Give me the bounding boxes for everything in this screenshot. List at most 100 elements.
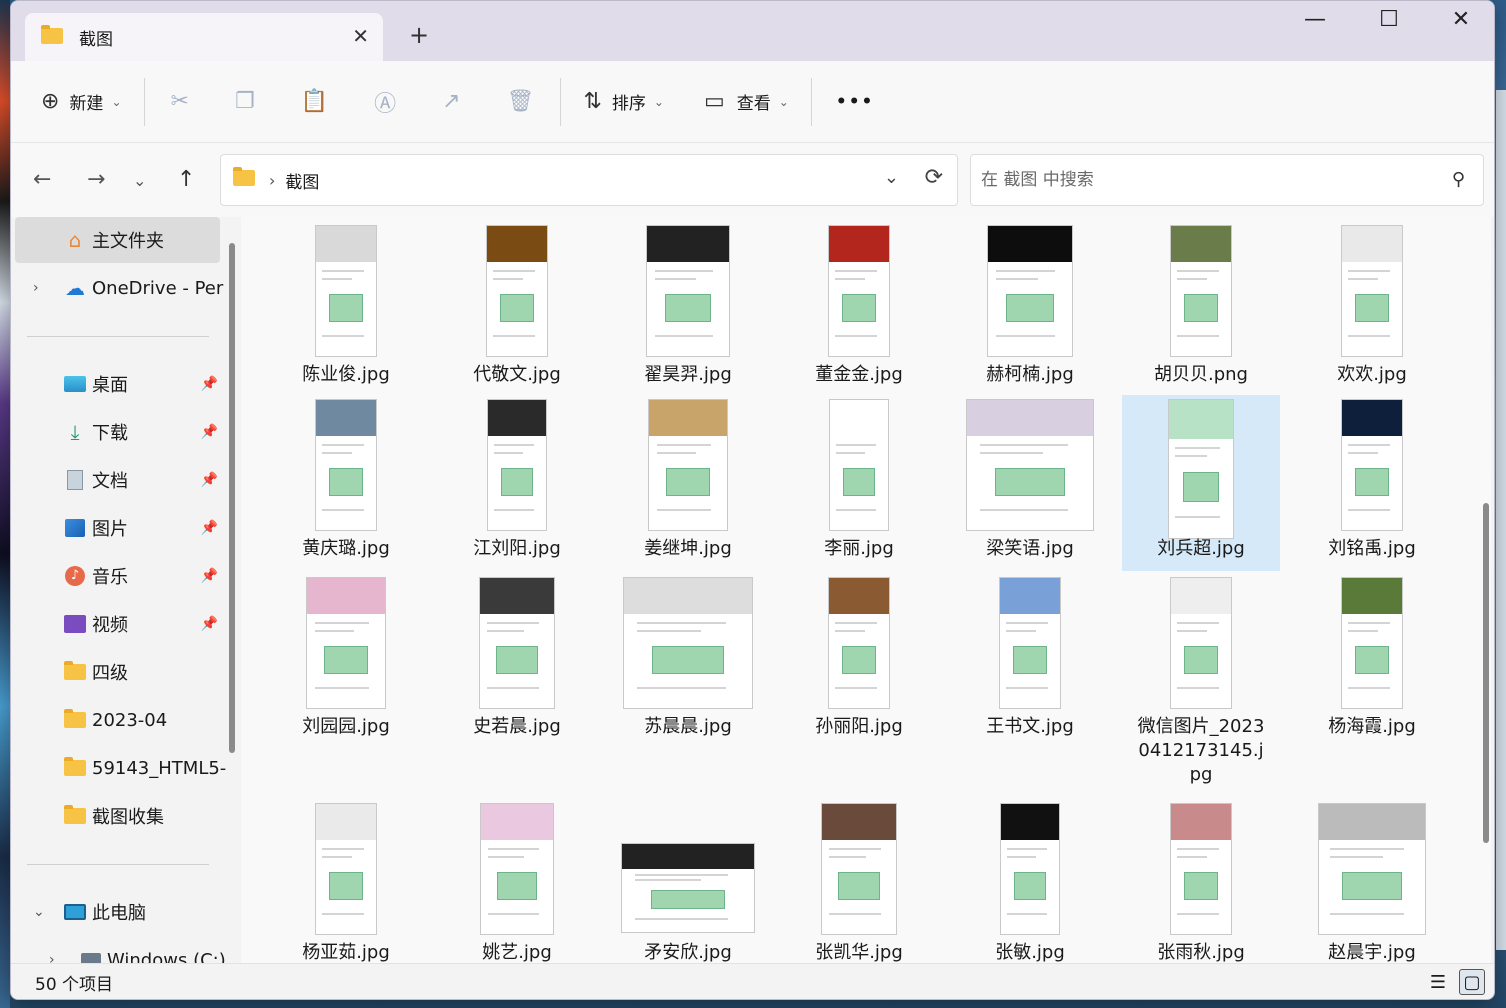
- pin-icon[interactable]: 📌: [201, 472, 218, 488]
- file-item[interactable]: 欢欢.jpg: [1293, 221, 1451, 397]
- file-item[interactable]: 梁笑语.jpg: [951, 395, 1109, 571]
- sidebar-divider: [27, 864, 209, 865]
- close-tab-icon[interactable]: ✕: [352, 24, 369, 48]
- sidebar-item-9[interactable]: 59143_HTML5-: [15, 745, 226, 791]
- file-item[interactable]: 杨海霞.jpg: [1293, 573, 1451, 783]
- new-tab-button[interactable]: +: [409, 21, 429, 49]
- file-thumbnail: [1168, 399, 1234, 539]
- file-item[interactable]: 苏晨晨.jpg: [609, 573, 767, 783]
- details-view-icon[interactable]: ☰: [1425, 969, 1451, 995]
- recent-locations-chevron-icon[interactable]: ⌄: [133, 171, 146, 190]
- file-item[interactable]: 赫柯楠.jpg: [951, 221, 1109, 397]
- share-button[interactable]: ↗: [442, 77, 460, 127]
- file-item[interactable]: 张敏.jpg: [951, 799, 1109, 963]
- search-icon[interactable]: ⚲: [1452, 169, 1465, 190]
- sidebar-item-2[interactable]: ⤓ 下载 📌: [15, 409, 220, 455]
- file-name: 代敬文.jpg: [473, 364, 561, 385]
- file-item[interactable]: 黄庆璐.jpg: [267, 395, 425, 571]
- file-item[interactable]: 赵晨宇.jpg: [1293, 799, 1451, 963]
- paste-button[interactable]: 📋: [301, 77, 328, 127]
- desktop-edge-left: [0, 0, 10, 1008]
- maximize-button[interactable]: ☐: [1365, 7, 1413, 32]
- file-item[interactable]: 刘铭禹.jpg: [1293, 395, 1451, 571]
- sidebar-item-6[interactable]: 视频 📌: [15, 601, 220, 647]
- sidebar-item-1[interactable]: 桌面 📌: [15, 361, 220, 407]
- sidebar-item-label: 桌面: [92, 375, 128, 396]
- file-item[interactable]: 刘兵超.jpg: [1122, 395, 1280, 571]
- file-item[interactable]: 陈业俊.jpg: [267, 221, 425, 397]
- file-name: 翟昊羿.jpg: [644, 364, 732, 385]
- file-item[interactable]: 张凯华.jpg: [780, 799, 938, 963]
- file-thumbnail: [1341, 399, 1403, 531]
- file-item[interactable]: 代敬文.jpg: [438, 221, 596, 397]
- close-window-button[interactable]: ✕: [1437, 7, 1485, 32]
- sidebar-item-3[interactable]: 文档 📌: [15, 457, 220, 503]
- file-item[interactable]: 王书文.jpg: [951, 573, 1109, 783]
- sidebar-item-10[interactable]: 截图收集: [15, 793, 220, 839]
- large-icons-view-icon[interactable]: ▢: [1459, 969, 1485, 995]
- file-item[interactable]: 江刘阳.jpg: [438, 395, 596, 571]
- file-item[interactable]: 董金金.jpg: [780, 221, 938, 397]
- view-button[interactable]: ▭ 查看 ⌄: [704, 77, 789, 127]
- file-item[interactable]: 矛安欣.jpg: [609, 799, 767, 963]
- file-item[interactable]: 杨亚茹.jpg: [267, 799, 425, 963]
- copy-button[interactable]: ❐: [235, 77, 255, 127]
- sidebar-item-home[interactable]: ⌂ 主文件夹: [15, 217, 220, 263]
- tab-label: 截图: [79, 29, 113, 50]
- file-item[interactable]: 胡贝贝.png: [1122, 221, 1280, 397]
- chevron-down-icon: ⌄: [653, 94, 664, 109]
- file-name: 陈业俊.jpg: [302, 364, 390, 385]
- file-item[interactable]: 李丽.jpg: [780, 395, 938, 571]
- expand-chevron-icon[interactable]: ›: [33, 280, 39, 296]
- content-scrollbar[interactable]: [1483, 503, 1489, 843]
- minimize-button[interactable]: —: [1291, 7, 1339, 32]
- file-name: 杨亚茹.jpg: [302, 942, 390, 963]
- file-item[interactable]: 微信图片_20230412173145.jpg: [1122, 573, 1280, 785]
- pin-icon[interactable]: 📌: [201, 520, 218, 536]
- search-box[interactable]: ⚲: [970, 154, 1484, 206]
- sidebar-item-5[interactable]: ♪ 音乐 📌: [15, 553, 220, 599]
- pictures-icon: [63, 517, 87, 539]
- up-arrow-icon[interactable]: ↑: [177, 167, 195, 192]
- sidebar-scrollbar[interactable]: [229, 243, 235, 753]
- breadcrumb-current[interactable]: 截图: [285, 168, 319, 193]
- rename-button[interactable]: Ⓐ: [374, 77, 396, 127]
- pin-icon[interactable]: 📌: [201, 424, 218, 440]
- sort-button[interactable]: ⇅ 排序 ⌄: [583, 77, 664, 127]
- view-label: 查看: [736, 94, 771, 114]
- back-arrow-icon[interactable]: ←: [33, 167, 51, 192]
- pin-icon[interactable]: 📌: [201, 376, 218, 392]
- sidebar-item-this-pc[interactable]: ⌄ 此电脑: [15, 889, 220, 935]
- refresh-icon[interactable]: ⟳: [925, 165, 943, 190]
- file-item[interactable]: 史若晨.jpg: [438, 573, 596, 783]
- expand-chevron-icon[interactable]: ›: [49, 952, 55, 963]
- file-thumbnail: [1000, 803, 1060, 935]
- collapse-chevron-icon[interactable]: ⌄: [33, 904, 45, 920]
- address-dropdown-icon[interactable]: ⌄: [884, 167, 899, 188]
- pin-icon[interactable]: 📌: [201, 616, 218, 632]
- file-item[interactable]: 刘园园.jpg: [267, 573, 425, 783]
- new-button[interactable]: ⊕ 新建 ⌄: [41, 77, 122, 127]
- sidebar-item-8[interactable]: 2023-04: [15, 697, 220, 743]
- video-icon: [63, 613, 87, 635]
- more-options-button[interactable]: •••: [836, 77, 875, 127]
- search-input[interactable]: [981, 170, 1421, 190]
- file-item[interactable]: 姚艺.jpg: [438, 799, 596, 963]
- sidebar-item-7[interactable]: 四级: [15, 649, 220, 695]
- sidebar-item-windows-drive[interactable]: › Windows (C:): [15, 937, 226, 963]
- sidebar-item-label: Windows (C:): [107, 949, 226, 964]
- file-item[interactable]: 姜继坤.jpg: [609, 395, 767, 571]
- file-name: 孙丽阳.jpg: [815, 716, 903, 737]
- pin-icon[interactable]: 📌: [201, 568, 218, 584]
- forward-arrow-icon[interactable]: →: [87, 167, 105, 192]
- folder-icon: [41, 25, 65, 46]
- delete-button[interactable]: 🗑: [507, 77, 535, 127]
- file-item[interactable]: 张雨秋.jpg: [1122, 799, 1280, 963]
- file-item[interactable]: 翟昊羿.jpg: [609, 221, 767, 397]
- sidebar-item-onedrive[interactable]: › ☁ OneDrive - Per: [15, 265, 223, 311]
- cut-button[interactable]: ✂: [171, 77, 189, 127]
- tab-screenshots[interactable]: 截图 ✕: [25, 13, 383, 61]
- address-bar[interactable]: › 截图 ⌄ ⟳: [220, 154, 958, 206]
- sidebar-item-4[interactable]: 图片 📌: [15, 505, 220, 551]
- file-item[interactable]: 孙丽阳.jpg: [780, 573, 938, 783]
